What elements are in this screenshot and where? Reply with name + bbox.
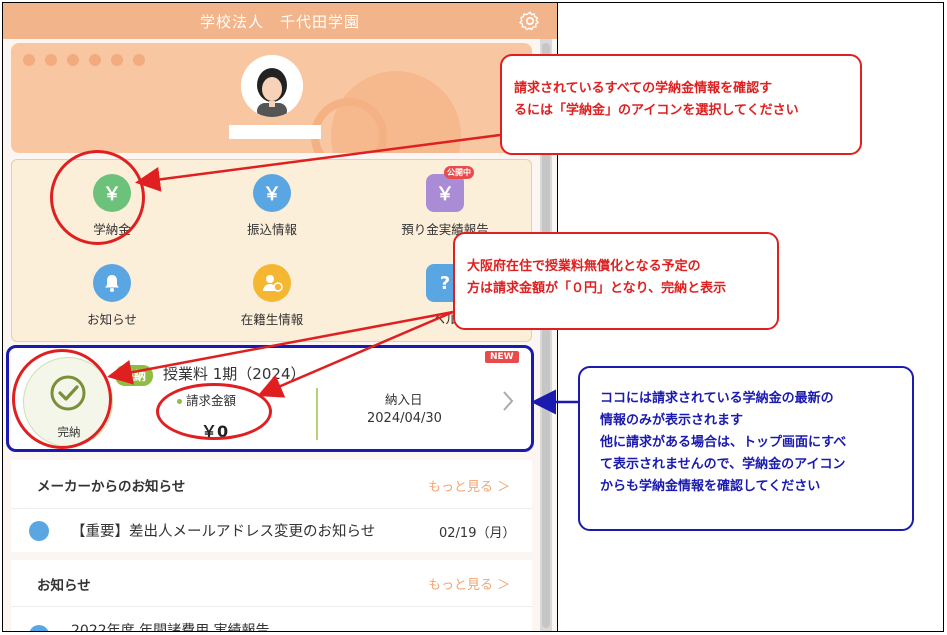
callout-fees-icon: 請求されているすべての学納金情報を確認す るには「学納金」のアイコンを選択してく… — [500, 54, 862, 155]
callout-zero-amount: 大阪府在住で授業料無償化となる予定の 方は請求金額が「０円」となり、完納と表示 — [453, 232, 779, 330]
callout-latest-info: ココには請求されている学納金の最新の 情報のみが表示されます 他に請求がある場合… — [578, 366, 914, 531]
